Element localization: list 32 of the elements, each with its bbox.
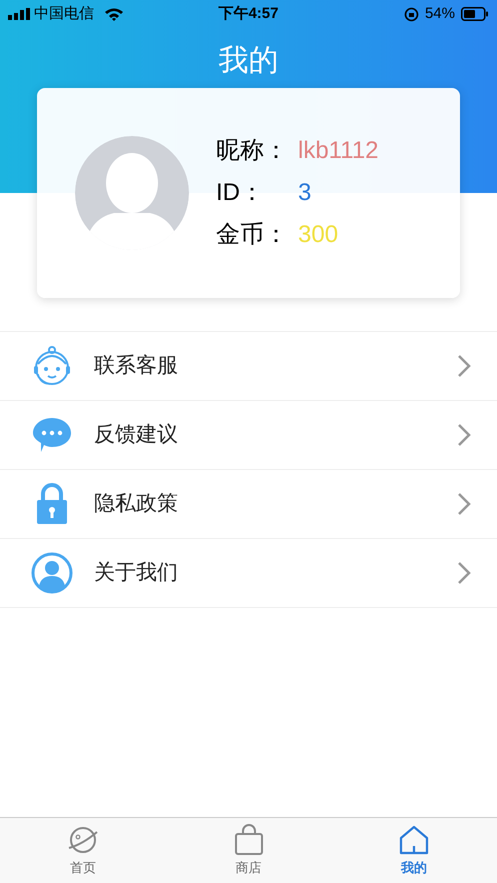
headset-person-icon (32, 344, 72, 388)
battery-percentage: 54% (424, 4, 455, 24)
menu-item[interactable]: 联系客服 (0, 332, 497, 401)
chevron-right-icon (457, 354, 471, 378)
field-label: ID： (216, 178, 265, 208)
field-label: 金币： (216, 220, 289, 250)
battery-icon (460, 7, 489, 21)
menu-item[interactable]: 隐私政策 (0, 470, 497, 539)
field-value: lkb1112 (298, 136, 379, 166)
field-value: 300 (298, 220, 338, 250)
carrier-name: 中国电信 (34, 4, 94, 24)
field-label: 昵称： (216, 136, 289, 166)
chat-bubble-icon (32, 416, 72, 454)
rotation-lock-icon (404, 6, 419, 22)
chevron-right-icon (457, 492, 471, 516)
tab-item[interactable]: 商店 (166, 818, 332, 883)
wifi-icon (104, 7, 124, 21)
avatar-placeholder-icon (74, 135, 190, 251)
clock-time: 下午4:57 (217, 4, 280, 24)
shopping-bag-icon (232, 824, 264, 856)
user-circle-icon (31, 552, 73, 594)
padlock-icon (36, 483, 68, 525)
chevron-right-icon (457, 561, 471, 585)
field-value: 3 (298, 178, 312, 208)
tab-item[interactable]: 首页 (0, 818, 166, 883)
house-icon (398, 824, 430, 856)
menu-item[interactable]: 反馈建议 (0, 401, 497, 470)
tab-item[interactable]: 我的 (331, 818, 497, 883)
signal-icon (8, 8, 30, 20)
menu-item[interactable]: 关于我们 (0, 539, 497, 608)
chevron-right-icon (457, 423, 471, 447)
page-title: 我的 (218, 46, 278, 76)
